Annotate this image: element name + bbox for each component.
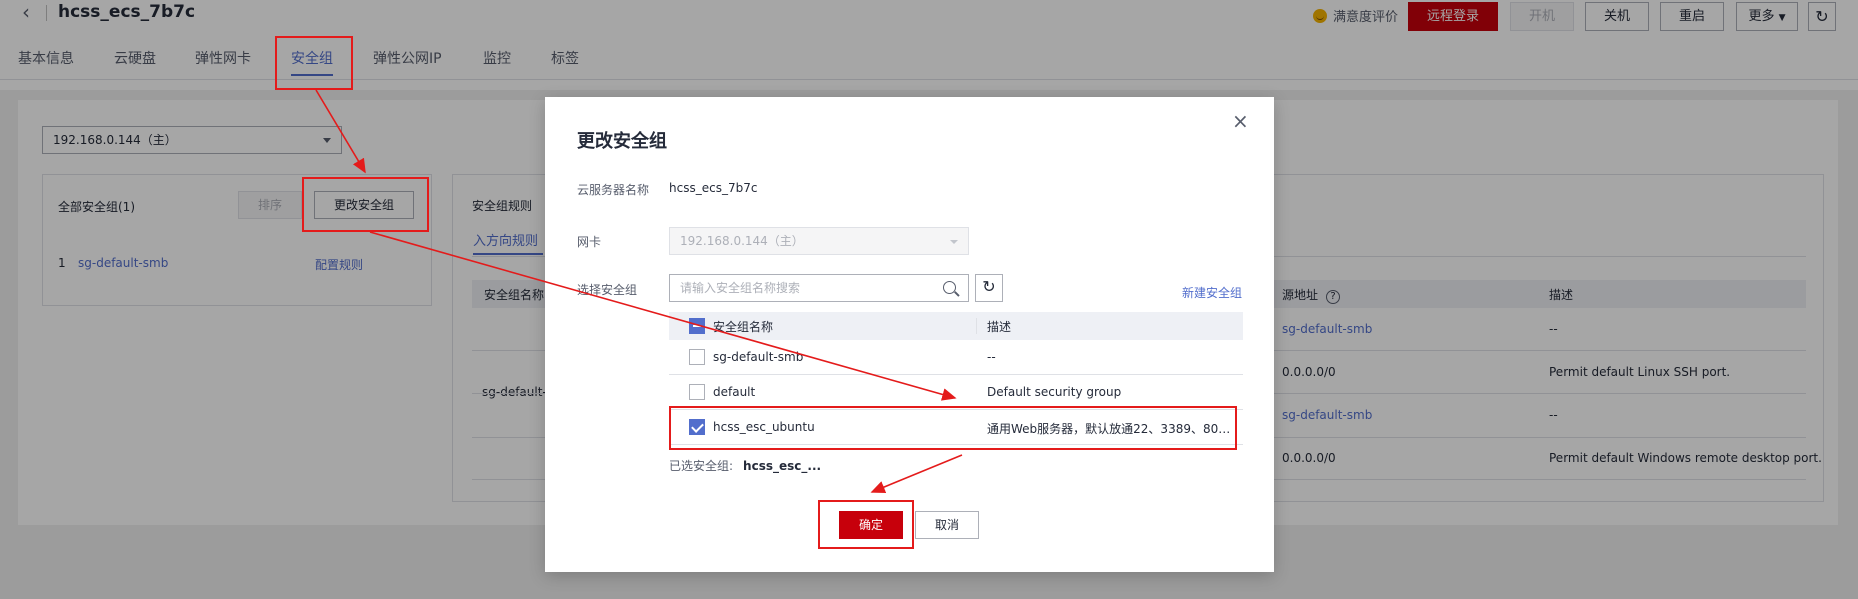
sg-table-header: 安全组名称 描述 bbox=[669, 312, 1243, 340]
nic-value: 192.168.0.144（主） bbox=[680, 234, 804, 248]
sg-name: sg-default-smb bbox=[713, 350, 804, 364]
annotation-box-change-button bbox=[302, 177, 429, 232]
nic-label: 网卡 bbox=[577, 235, 602, 249]
col-sg-name: 安全组名称 bbox=[713, 320, 774, 334]
close-icon[interactable]: × bbox=[1232, 111, 1249, 131]
sg-name: default bbox=[713, 385, 756, 399]
annotation-box-selected-row bbox=[669, 406, 1237, 450]
row-checkbox[interactable] bbox=[689, 349, 705, 365]
table-row[interactable]: default Default security group bbox=[669, 375, 1243, 410]
server-name-value: hcss_ecs_7b7c bbox=[669, 181, 758, 195]
search-icon[interactable] bbox=[943, 281, 956, 294]
nic-select-disabled: 192.168.0.144（主） bbox=[669, 227, 969, 255]
select-all-checkbox[interactable] bbox=[689, 318, 705, 334]
sg-desc: -- bbox=[987, 350, 996, 364]
server-name-label: 云服务器名称 bbox=[577, 183, 650, 197]
column-divider bbox=[976, 318, 977, 334]
row-checkbox[interactable] bbox=[689, 384, 705, 400]
col-desc: 描述 bbox=[987, 320, 1012, 334]
selected-sg-value: hcss_esc_... bbox=[743, 459, 822, 473]
sg-search-input[interactable] bbox=[669, 274, 969, 302]
new-sg-link[interactable]: 新建安全组 bbox=[1182, 284, 1242, 301]
annotation-box-tab bbox=[275, 36, 353, 90]
annotation-box-confirm bbox=[818, 500, 914, 549]
refresh-icon[interactable]: ↻ bbox=[975, 274, 1003, 302]
selected-sg-summary: 已选安全组: hcss_esc_... bbox=[669, 457, 821, 474]
dialog-title: 更改安全组 bbox=[577, 131, 667, 152]
selected-sg-label: 已选安全组: bbox=[669, 459, 734, 473]
select-sg-label: 选择安全组 bbox=[577, 283, 638, 297]
table-row[interactable]: sg-default-smb -- bbox=[669, 340, 1243, 375]
sg-desc: Default security group bbox=[987, 385, 1122, 399]
caret-down-icon bbox=[950, 240, 958, 244]
cancel-button[interactable]: 取消 bbox=[915, 511, 979, 539]
